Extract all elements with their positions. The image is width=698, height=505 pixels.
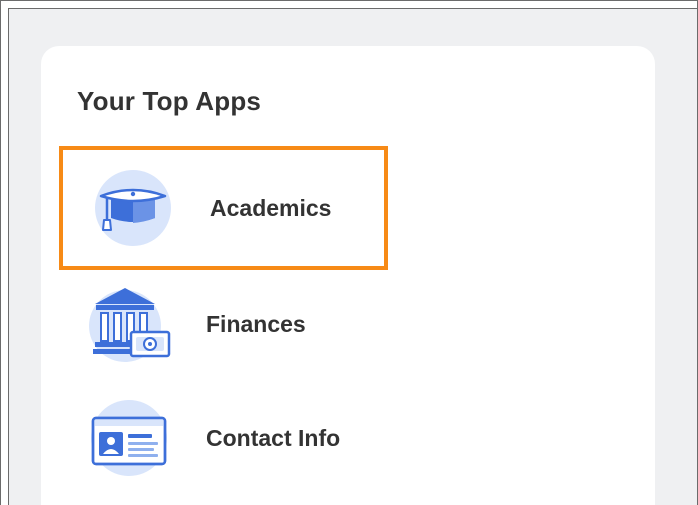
app-item-academics[interactable]: Academics [59,146,388,270]
id-card-icon [81,390,177,486]
app-item-finances[interactable]: Finances [59,266,388,390]
app-label-contact-info: Contact Info [206,425,341,451]
screenshot-frame: Your Top Apps Academics Finances Contact… [0,0,698,505]
graduation-cap-icon [85,160,181,256]
top-apps-card: Your Top Apps Academics Finances Contact… [41,46,655,505]
app-label-finances: Finances [206,311,306,337]
app-item-contact-info[interactable]: Contact Info [59,380,388,504]
bank-money-icon [81,276,177,372]
app-label-academics: Academics [210,195,332,221]
card-title: Your Top Apps [77,86,262,116]
